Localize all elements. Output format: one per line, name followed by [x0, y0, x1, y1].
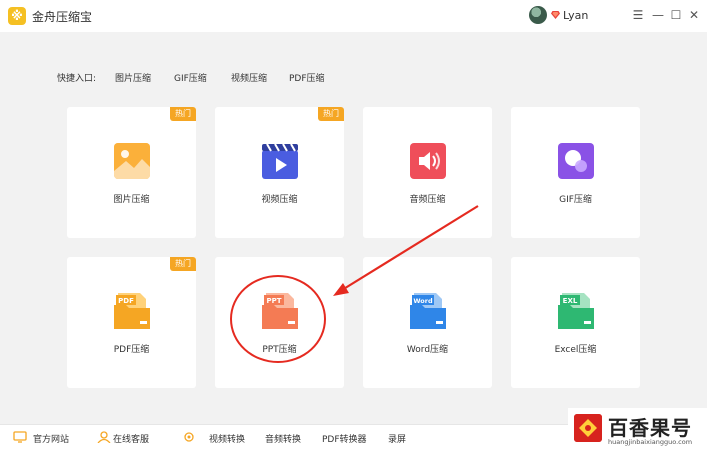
menu-button[interactable]: ☰ [630, 6, 646, 24]
card-label: 图片压缩 [113, 195, 150, 205]
online-service-link[interactable]: 在线客服 [113, 432, 149, 445]
excel-compress-icon: EXL [558, 293, 594, 329]
pdf-compress-icon: PDF [114, 293, 150, 329]
card-video-compress[interactable]: 热门 视频压缩 [215, 107, 344, 238]
file-tag: Word [413, 297, 433, 305]
quick-link-image[interactable]: 图片压缩 [115, 71, 151, 84]
hot-badge: 热门 [318, 107, 344, 121]
card-image-compress[interactable]: 热门 图片压缩 [67, 107, 196, 238]
annotation-circle [230, 275, 326, 363]
official-website-link[interactable]: 官方网站 [33, 432, 69, 445]
vip-gem-icon [551, 11, 560, 19]
monitor-icon [13, 431, 27, 443]
image-compress-icon [114, 143, 150, 179]
maximize-button[interactable]: ☐ [668, 6, 684, 24]
watermark-url: huangjinbaixiangguo.com [608, 438, 693, 446]
file-tag: EXL [563, 297, 578, 305]
quick-entry-label: 快捷入口: [57, 74, 97, 84]
quick-link-pdf[interactable]: PDF压缩 [289, 71, 325, 84]
user-avatar[interactable] [529, 6, 547, 24]
card-label: 视频压缩 [261, 195, 298, 205]
hot-badge: 热门 [170, 257, 196, 271]
title-bar: ※ 金舟压缩宝 Lyan ☰ — ☐ ✕ [0, 0, 707, 32]
bottom-link-screen-record[interactable]: 录屏 [388, 432, 406, 445]
app-title: 金舟压缩宝 [32, 10, 93, 24]
word-compress-icon: Word [410, 293, 446, 329]
hot-badge: 热门 [170, 107, 196, 121]
card-label: Excel压缩 [554, 345, 597, 355]
card-label: PDF压缩 [113, 345, 150, 355]
quick-link-video[interactable]: 视频压缩 [231, 71, 267, 84]
watermark-text: 百香果号 [608, 416, 692, 440]
quick-link-gif[interactable]: GIF压缩 [174, 71, 207, 84]
card-excel-compress[interactable]: EXL Excel压缩 [511, 257, 640, 388]
bottom-link-video-convert[interactable]: 视频转换 [209, 432, 245, 445]
video-compress-icon [262, 143, 298, 179]
tools-icon [184, 432, 194, 442]
card-pdf-compress[interactable]: 热门 PDF PDF压缩 [67, 257, 196, 388]
card-word-compress[interactable]: Word Word压缩 [363, 257, 492, 388]
card-gif-compress[interactable]: GIF压缩 [511, 107, 640, 238]
minimize-button[interactable]: — [650, 6, 666, 24]
close-button[interactable]: ✕ [686, 6, 702, 24]
card-audio-compress[interactable]: 音频压缩 [363, 107, 492, 238]
gif-compress-icon [558, 143, 594, 179]
card-label: 音频压缩 [409, 195, 446, 205]
file-tag: PDF [118, 297, 134, 305]
customer-service-icon [97, 431, 111, 443]
watermark-logo-icon [574, 414, 602, 442]
app-logo-icon: ※ [8, 7, 26, 25]
card-label: Word压缩 [406, 345, 449, 355]
card-label: GIF压缩 [559, 195, 592, 205]
watermark: 百香果号 huangjinbaixiangguo.com [568, 408, 707, 450]
bottom-link-pdf-converter[interactable]: PDF转换器 [322, 432, 367, 445]
bottom-link-audio-convert[interactable]: 音频转换 [265, 432, 301, 445]
audio-compress-icon [410, 143, 446, 179]
username[interactable]: Lyan [563, 9, 588, 22]
